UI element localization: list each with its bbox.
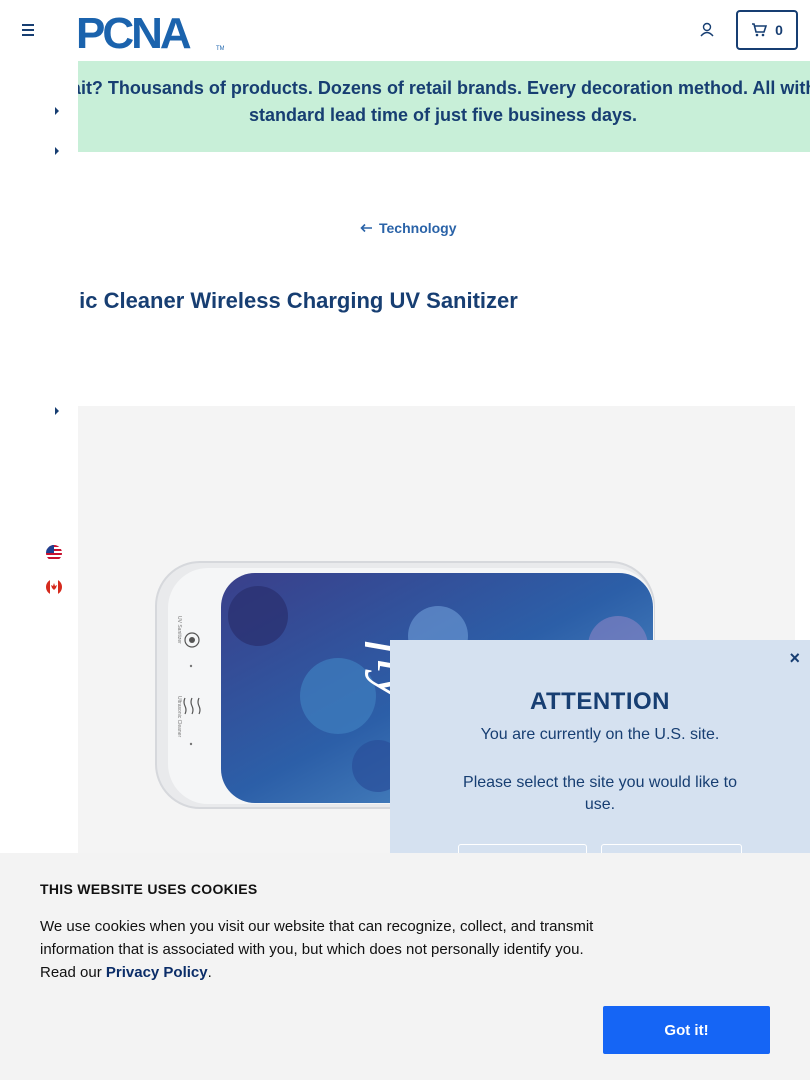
modal-select-site-text: Please select the site you would like to… xyxy=(463,774,737,813)
canada-flag-icon[interactable] xyxy=(46,579,62,595)
caret-right-icon[interactable] xyxy=(53,406,61,416)
cart-button[interactable]: 0 xyxy=(736,10,798,50)
caret-right-icon[interactable] xyxy=(53,146,61,156)
caret-right-icon[interactable] xyxy=(53,106,61,116)
cart-icon xyxy=(752,23,768,37)
pcna-logo[interactable]: PCNA TM xyxy=(76,10,224,52)
cart-count: 0 xyxy=(775,22,783,38)
breadcrumb-label: Technology xyxy=(379,220,457,236)
cookie-body: We use cookies when you visit our websit… xyxy=(40,915,610,984)
promo-banner-text: Wait? Thousands of products. Dozens of r… xyxy=(78,78,810,125)
cookie-title: THIS WEBSITE USES COOKIES xyxy=(40,881,258,897)
us-flag-icon[interactable] xyxy=(46,545,62,561)
modal-title: ATTENTION xyxy=(529,688,671,715)
modal-current-site-text: You are currently on the U.S. site. xyxy=(480,726,720,743)
hamburger-menu-icon[interactable] xyxy=(18,20,38,40)
privacy-policy-link[interactable]: Privacy Policy xyxy=(106,964,208,981)
page: PCNA TM 0 Wait? Thousands of products. D… xyxy=(0,0,810,1080)
device-label-uv: UV Sanitizer xyxy=(176,616,182,644)
cookie-banner: THIS WEBSITE USES COOKIES We use cookies… xyxy=(0,853,810,1080)
device-label-ultrasonic: Ultrasonic Cleaner xyxy=(176,696,182,737)
cookie-body-period: . xyxy=(207,964,212,981)
site-header: PCNA TM 0 xyxy=(0,0,810,61)
breadcrumb-back-link[interactable]: Technology xyxy=(360,220,457,236)
logo-text: PCNA xyxy=(76,10,191,52)
product-title: sonic Cleaner Wireless Charging UV Sanit… xyxy=(40,288,518,313)
accept-cookies-button[interactable]: Got it! xyxy=(603,1006,770,1054)
svg-text:TM: TM xyxy=(216,46,224,52)
promo-banner: Wait? Thousands of products. Dozens of r… xyxy=(78,61,810,152)
arrow-left-icon xyxy=(360,223,372,233)
close-icon[interactable]: × xyxy=(789,648,800,669)
account-icon[interactable] xyxy=(698,21,716,39)
